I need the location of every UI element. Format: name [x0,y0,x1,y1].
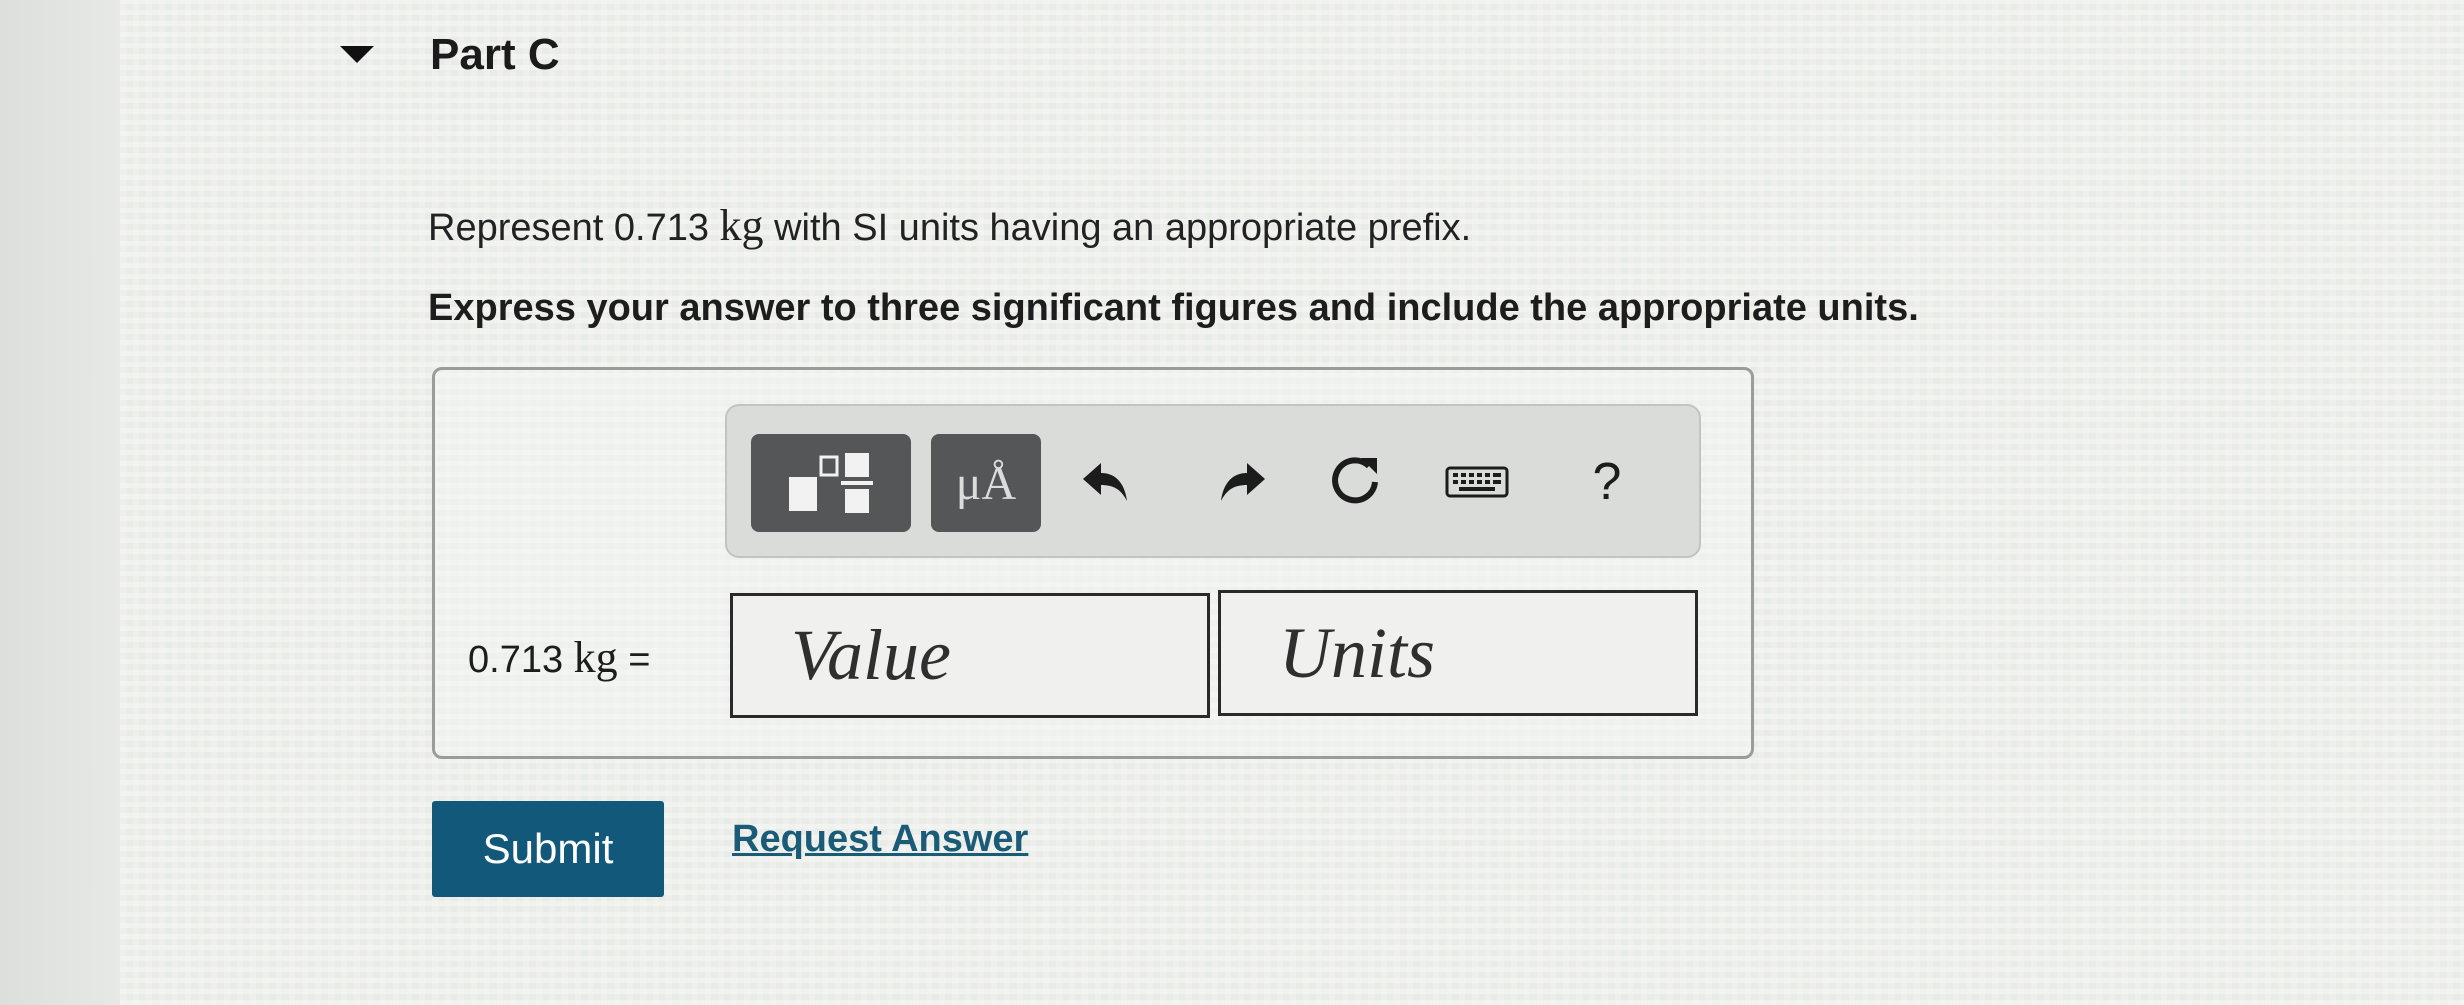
equation-equals: = [628,639,651,681]
question-suffix: with SI units having an appropriate pref… [763,207,1472,249]
equation-label: 0.713 kg = [468,632,650,683]
templates-icon [789,453,873,513]
instruction-text: Express your answer to three significant… [428,287,1919,329]
value-input[interactable] [730,593,1210,718]
redo-button[interactable] [1201,442,1281,522]
keyboard-icon [1445,466,1509,498]
question-prefix: Represent 0.713 [428,207,720,249]
units-input[interactable] [1218,590,1698,716]
reset-button[interactable] [1315,442,1395,522]
question-unit: kg [719,201,764,250]
collapse-caret-icon[interactable] [340,46,374,63]
units-button-label: μÅ [955,456,1017,510]
templates-button[interactable] [751,434,911,532]
equation-quantity: 0.713 [468,639,564,681]
submit-button[interactable]: Submit [432,801,664,897]
undo-button[interactable] [1067,442,1147,522]
redo-icon [1221,463,1265,501]
math-toolbar: μÅ ? [725,404,1701,558]
part-title: Part C [430,30,560,79]
undo-icon [1083,463,1127,501]
help-button[interactable]: ? [1567,442,1647,522]
keyboard-button[interactable] [1437,442,1517,522]
question-text: Represent 0.713 kg with SI units having … [428,200,1471,251]
equation-unit: kg [573,633,618,682]
units-button[interactable]: μÅ [931,434,1041,532]
reset-icon [1332,457,1378,504]
request-answer-link[interactable]: Request Answer [732,818,1028,861]
